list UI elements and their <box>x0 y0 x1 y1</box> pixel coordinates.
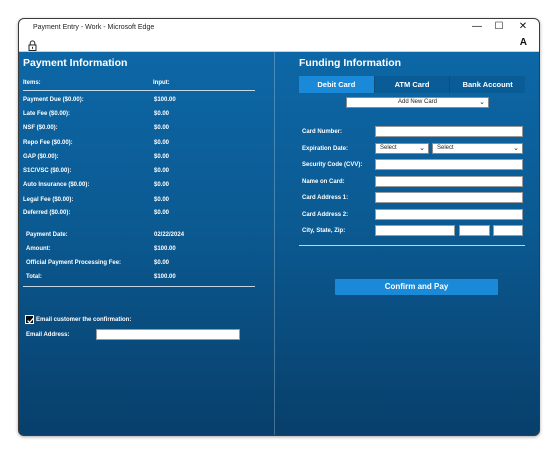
checkmark-icon <box>27 317 34 324</box>
tab-atm-card[interactable]: ATM Card <box>374 76 451 93</box>
tab-debit-card[interactable]: Debit Card <box>299 76 375 93</box>
expiration-label: Expiration Date: <box>302 146 349 152</box>
column-divider <box>274 52 275 435</box>
funding-tabs: Debit Card ATM Card Bank Account <box>299 76 526 93</box>
address2-input[interactable] <box>375 209 523 220</box>
chevron-down-icon: ⌄ <box>479 99 485 106</box>
name-on-card-input[interactable] <box>375 176 523 187</box>
chevron-down-icon: ⌄ <box>419 145 425 152</box>
expiration-year-value: Select <box>437 145 454 151</box>
address1-label: Card Address 1: <box>302 195 349 201</box>
address1-input[interactable] <box>375 192 523 203</box>
cvv-input[interactable] <box>375 159 523 170</box>
summary-value: $100.00 <box>154 274 176 280</box>
item-label: NSF ($0.00): <box>23 125 58 131</box>
email-address-label: Email Address: <box>26 332 70 338</box>
item-value: $0.00 <box>154 140 170 146</box>
summary-value: $0.00 <box>154 260 170 266</box>
item-label: Auto Insurance ($0.00): <box>23 182 90 188</box>
city-input[interactable] <box>375 225 455 236</box>
email-address-input[interactable] <box>96 329 240 340</box>
item-value: $0.00 <box>154 111 170 117</box>
close-button[interactable]: ✕ <box>513 20 533 34</box>
confirm-and-pay-button[interactable]: Confirm and Pay <box>335 279 498 295</box>
item-label: S1C/VSC ($0.00): <box>23 168 72 174</box>
item-label: GAP ($0.00): <box>23 154 59 160</box>
item-label: Deferred ($0.00): <box>23 210 71 216</box>
maximize-button[interactable]: ☐ <box>489 20 509 34</box>
funding-divider <box>299 245 525 246</box>
item-value: $0.00 <box>154 168 170 174</box>
summary-label: Official Payment Processing Fee: <box>26 260 122 266</box>
tab-bank-account[interactable]: Bank Account <box>450 76 526 93</box>
page-content: Payment Information Items: Input: Paymen… <box>19 52 539 435</box>
address2-label: Card Address 2: <box>302 212 349 218</box>
minimize-button[interactable]: — <box>467 20 487 34</box>
input-column-header: Input: <box>153 80 170 86</box>
summary-value: $100.00 <box>154 246 176 252</box>
title-bar: Payment Entry - Work - Microsoft Edge — … <box>19 19 539 36</box>
expiration-month-value: Select <box>380 145 397 151</box>
card-number-input[interactable] <box>375 126 523 137</box>
zip-input[interactable] <box>493 225 523 236</box>
summary-label: Amount: <box>26 246 51 252</box>
browser-window: Payment Entry - Work - Microsoft Edge — … <box>18 18 540 436</box>
payment-heading: Payment Information <box>23 57 128 69</box>
funding-heading: Funding Information <box>299 57 402 69</box>
item-label: Late Fee ($0.00): <box>23 111 71 117</box>
card-select-value: Add New Card <box>397 99 438 105</box>
expiration-month-select[interactable]: Select ⌄ <box>375 143 429 154</box>
item-label: Payment Due ($0.00): <box>23 97 84 103</box>
item-value: $0.00 <box>154 182 170 188</box>
expiration-year-select[interactable]: Select ⌄ <box>432 143 523 154</box>
summary-label: Total: <box>26 274 42 280</box>
name-on-card-label: Name on Card: <box>302 179 345 185</box>
state-input[interactable] <box>459 225 490 236</box>
city-state-zip-label: City, State, Zip: <box>302 228 346 234</box>
window-title: Payment Entry - Work - Microsoft Edge <box>33 24 155 31</box>
cvv-label: Security Code (CVV): <box>302 162 363 168</box>
reader-mode-icon[interactable]: A <box>520 37 527 48</box>
lock-icon[interactable] <box>28 38 37 51</box>
card-select[interactable]: Add New Card ⌄ <box>346 97 489 108</box>
summary-value: 02/22/2024 <box>154 232 185 238</box>
item-value: $0.00 <box>154 154 170 160</box>
email-confirm-checkbox[interactable] <box>25 315 34 324</box>
item-label: Legal Fee ($0.00): <box>23 197 74 203</box>
item-value: $0.00 <box>154 125 170 131</box>
summary-label: Payment Date: <box>26 232 68 238</box>
header-divider <box>23 90 255 91</box>
email-confirm-label: Email customer the confirmation: <box>36 317 132 323</box>
summary-divider <box>23 286 255 287</box>
item-value: $100.00 <box>154 97 176 103</box>
item-value: $0.00 <box>154 197 170 203</box>
address-bar: A <box>19 36 539 52</box>
item-label: Repo Fee ($0.00): <box>23 140 73 146</box>
items-column-header: Items: <box>23 80 41 86</box>
chevron-down-icon: ⌄ <box>513 145 519 152</box>
item-value: $0.00 <box>154 210 170 216</box>
card-number-label: Card Number: <box>302 129 343 135</box>
